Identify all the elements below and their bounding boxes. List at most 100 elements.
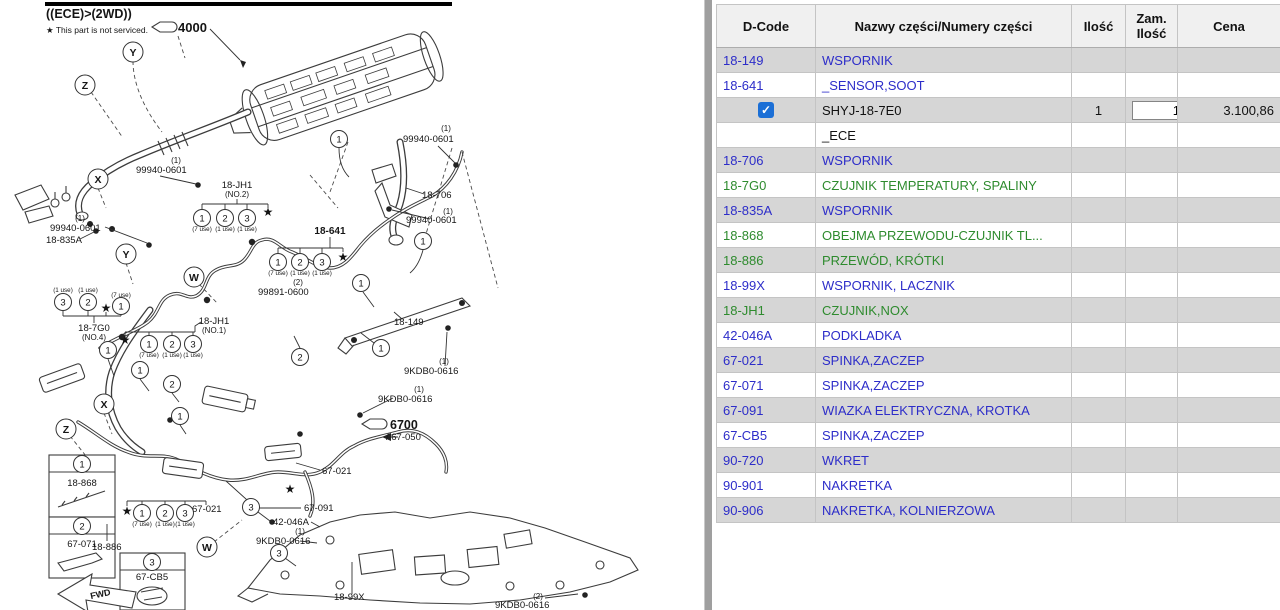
part-name-link[interactable]: PRZEWÓD, KRÓTKI (816, 248, 1072, 273)
part-name-link[interactable]: WKRET (816, 448, 1072, 473)
price-cell (1178, 173, 1280, 198)
order-qty-cell (1126, 323, 1178, 348)
diagram-label: (NO.1) (202, 326, 226, 335)
table-row: 67-CB5SPINKA,ZACZEP (717, 423, 1280, 448)
diagram-label: (NO.2) (225, 190, 249, 199)
col-header-dcode: D-Code (717, 5, 816, 48)
diagram-label[interactable]: 18-641 (314, 226, 346, 237)
ref-letter: Y (122, 249, 129, 261)
frame-top-bar (45, 2, 452, 6)
dcode-link[interactable]: 18-149 (717, 48, 816, 73)
callout-number: 2 (79, 521, 84, 532)
part-name-link[interactable]: NAKRETKA, KOLNIERZOWA (816, 498, 1072, 523)
price-cell (1178, 323, 1280, 348)
dcode-link[interactable]: 18-706 (717, 148, 816, 173)
qty-cell (1072, 348, 1126, 373)
dcode-link[interactable]: 67-091 (717, 398, 816, 423)
part-name-link[interactable]: CZUJNIK TEMPERATURY, SPALINY (816, 173, 1072, 198)
diagram-label: (1 use) (175, 521, 195, 528)
callout-number: 1 (105, 345, 110, 356)
diagram-label: 9KDB0-0616 (404, 366, 458, 377)
part-checkbox[interactable]: ✓ (758, 102, 774, 118)
diagram-label: 99940-0601 (136, 165, 187, 176)
dcode-link[interactable]: 18-99X (717, 273, 816, 298)
price-cell (1178, 423, 1280, 448)
order-qty-header-line2: Ilość (1132, 26, 1171, 41)
diagram-label: 18-835A (46, 235, 83, 246)
diagram-label: (1 use) (183, 352, 203, 359)
diagram-label: 67-071 (67, 539, 97, 550)
dcode-link[interactable]: 18-835A (717, 198, 816, 223)
part-name-link[interactable]: SPINKA,ZACZEP (816, 373, 1072, 398)
part-name-link[interactable]: CZUJNIK,NOX (816, 298, 1072, 323)
diagram-label: (7 use) (192, 226, 212, 233)
ref-letter: X (94, 174, 101, 186)
part-name-link[interactable]: WSPORNIK (816, 148, 1072, 173)
part-name-link[interactable]: SPINKA,ZACZEP (816, 348, 1072, 373)
dcode-link[interactable]: 67-021 (717, 348, 816, 373)
dcode-link[interactable]: 90-720 (717, 448, 816, 473)
col-header-qty: Ilość (1072, 5, 1126, 48)
diagram-label: 99940-0601 (406, 215, 457, 226)
dcode-link[interactable]: 18-868 (717, 223, 816, 248)
diagram-label: 4000 (178, 20, 207, 35)
callout-number: 1 (275, 257, 280, 268)
part-name-link[interactable]: WSPORNIK (816, 198, 1072, 223)
part-number[interactable]: SHYJ-18-7E0 (816, 98, 1072, 123)
diagram-label: (1 use) (155, 521, 175, 528)
part-name-link[interactable]: WIAZKA ELEKTRYCZNA, KROTKA (816, 398, 1072, 423)
order-qty-cell (1126, 298, 1178, 323)
price-cell (1178, 298, 1280, 323)
order-qty-header-line1: Zam. (1132, 11, 1171, 26)
qty-cell (1072, 48, 1126, 73)
diagram-label: (NO.4) (82, 333, 106, 342)
dcode-link[interactable]: 18-641 (717, 73, 816, 98)
price-cell (1178, 448, 1280, 473)
star-marker: ★ (122, 504, 133, 518)
price-cell (1178, 273, 1280, 298)
star-marker: ★ (101, 301, 112, 315)
order-qty-cell (1126, 448, 1178, 473)
callout-number: 1 (146, 339, 151, 350)
dcode-link[interactable]: 90-901 (717, 473, 816, 498)
diagram-label: 99940-0601 (403, 134, 454, 145)
order-qty-input[interactable] (1132, 101, 1178, 120)
part-name-link[interactable]: SPINKA,ZACZEP (816, 423, 1072, 448)
callout-number: 2 (169, 339, 174, 350)
callout-number: 3 (244, 213, 249, 224)
qty-cell (1072, 73, 1126, 98)
qty-cell (1072, 498, 1126, 523)
dcode-link[interactable]: 18-7G0 (717, 173, 816, 198)
diagram-label: (1 use) (53, 287, 73, 294)
dcode-link[interactable]: 42-046A (717, 323, 816, 348)
table-row: 90-720WKRET (717, 448, 1280, 473)
order-qty-cell (1126, 223, 1178, 248)
order-qty-cell (1126, 348, 1178, 373)
part-name-link[interactable]: NAKRETKA (816, 473, 1072, 498)
part-name-link[interactable]: WSPORNIK, LACZNIK (816, 273, 1072, 298)
dcode-link[interactable]: 18-JH1 (717, 298, 816, 323)
diagram-label: / 67-050 (386, 432, 421, 443)
diagram-label: 99891-0600 (258, 287, 309, 298)
table-row: 67-091WIAZKA ELEKTRYCZNA, KROTKA (717, 398, 1280, 423)
part-name-link[interactable]: OBEJMA PRZEWODU-CZUJNIK TL... (816, 223, 1072, 248)
diagram-label: 99940-0601 (50, 223, 101, 234)
callout-number: 3 (182, 508, 187, 519)
part-name-link[interactable]: PODKLADKA (816, 323, 1072, 348)
part-name-link[interactable]: _SENSOR,SOOT (816, 73, 1072, 98)
callout-number: 2 (222, 213, 227, 224)
callout-number: 3 (248, 502, 253, 513)
parts-diagram: ((ECE)>(2WD))★ This part is not serviced… (0, 0, 703, 610)
price-cell (1178, 148, 1280, 173)
dcode-link[interactable]: 67-071 (717, 373, 816, 398)
dcode-link[interactable]: 18-886 (717, 248, 816, 273)
price-cell (1178, 123, 1280, 148)
diagram-label: (2) (293, 278, 303, 287)
dcode-link[interactable]: 90-906 (717, 498, 816, 523)
parts-catalog-window: ((ECE)>(2WD))★ This part is not serviced… (0, 0, 1280, 610)
callout-number: 1 (378, 343, 383, 354)
diagram-label: 9KDB0-0616 (495, 600, 549, 610)
part-name-link[interactable]: WSPORNIK (816, 48, 1072, 73)
price-cell (1178, 373, 1280, 398)
dcode-link[interactable]: 67-CB5 (717, 423, 816, 448)
